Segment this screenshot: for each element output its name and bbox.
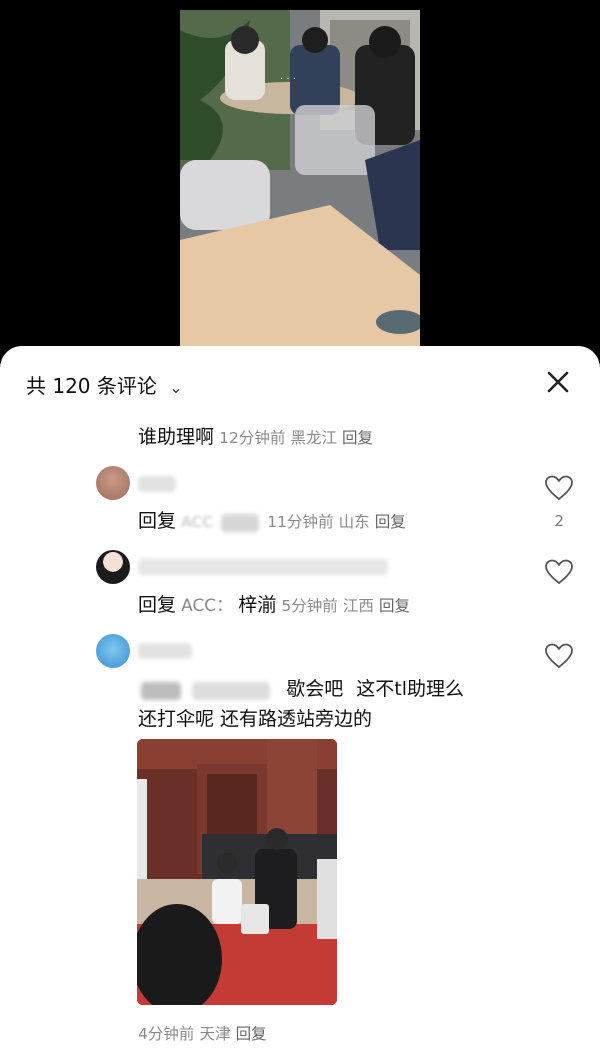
avatar[interactable] [96, 634, 130, 668]
like-count: 2 [554, 512, 564, 530]
video-player[interactable]: · · · [180, 10, 420, 350]
comment-location: 黑龙江 [290, 429, 337, 447]
mention-blurred [192, 681, 271, 700]
comment-row: 回复 ACC 11分钟前 山东 回复 [138, 506, 406, 533]
comment-text: 还打伞呢 还有路透站旁边的 [138, 708, 373, 730]
comment-row: 回复 ACC： 梓湔 5分钟前 江西 回复 [138, 590, 410, 617]
comment-row: 还打伞呢 还有路透站旁边的 [138, 704, 372, 731]
reply-button[interactable]: 回复 [236, 1025, 267, 1043]
mention-name: ACC： [181, 596, 234, 616]
mention-blurred [221, 513, 260, 532]
like-heart-icon[interactable] [544, 642, 574, 670]
video-frame: · · · [180, 10, 420, 350]
comment-location: 江西 [342, 597, 374, 615]
comment-time: 5分钟前 [281, 597, 338, 615]
comment-row: 歇会吧 这不tl助理么 [138, 674, 464, 701]
comment-time: 11分钟前 [267, 513, 334, 531]
comment-text: 歇会吧 [286, 678, 344, 700]
comment-location: 山东 [338, 513, 370, 531]
mention-name: ACC [181, 513, 214, 531]
username-blurred[interactable] [138, 643, 192, 659]
comment-time: 4分钟前 [138, 1025, 195, 1043]
reply-prefix-blurred [141, 681, 181, 700]
comment-row: 谁助理啊 12分钟前 黑龙江 回复 [138, 422, 373, 449]
reply-button[interactable]: 回复 [342, 429, 373, 447]
username-blurred[interactable] [138, 559, 388, 575]
comment-photo [137, 739, 337, 1005]
reply-prefix: 回复 [138, 510, 177, 532]
reply-prefix: 回复 [138, 594, 177, 616]
comment-meta-row: 4分钟前 天津 回复 [138, 1022, 267, 1044]
comment-attached-image[interactable] [137, 739, 337, 1005]
avatar[interactable] [96, 550, 130, 584]
reply-button[interactable]: 回复 [379, 597, 410, 615]
comment-time: 12分钟前 [219, 429, 286, 447]
like-heart-icon[interactable] [544, 474, 574, 502]
reply-button[interactable]: 回复 [375, 513, 406, 531]
comment-count-label: 共 120 条评论 [26, 374, 157, 398]
comment-count-title[interactable]: 共 120 条评论 ⌄ [26, 370, 183, 399]
like-heart-icon[interactable] [544, 558, 574, 586]
avatar[interactable] [96, 466, 130, 500]
comment-location: 天津 [199, 1025, 231, 1043]
chevron-down-icon[interactable]: ⌄ [169, 378, 182, 397]
close-icon[interactable] [544, 368, 572, 396]
comment-sheet: 共 120 条评论 ⌄ 谁助理啊 12分钟前 黑龙江 回复 回复 ACC 11分… [0, 346, 600, 1056]
username-blurred[interactable] [138, 476, 176, 492]
comment-text: 谁助理啊 [138, 426, 215, 448]
comment-text: 这不tl助理么 [356, 678, 465, 700]
svg-text:· · ·: · · · [280, 74, 296, 85]
mention-user: 梓湔 [238, 594, 277, 616]
